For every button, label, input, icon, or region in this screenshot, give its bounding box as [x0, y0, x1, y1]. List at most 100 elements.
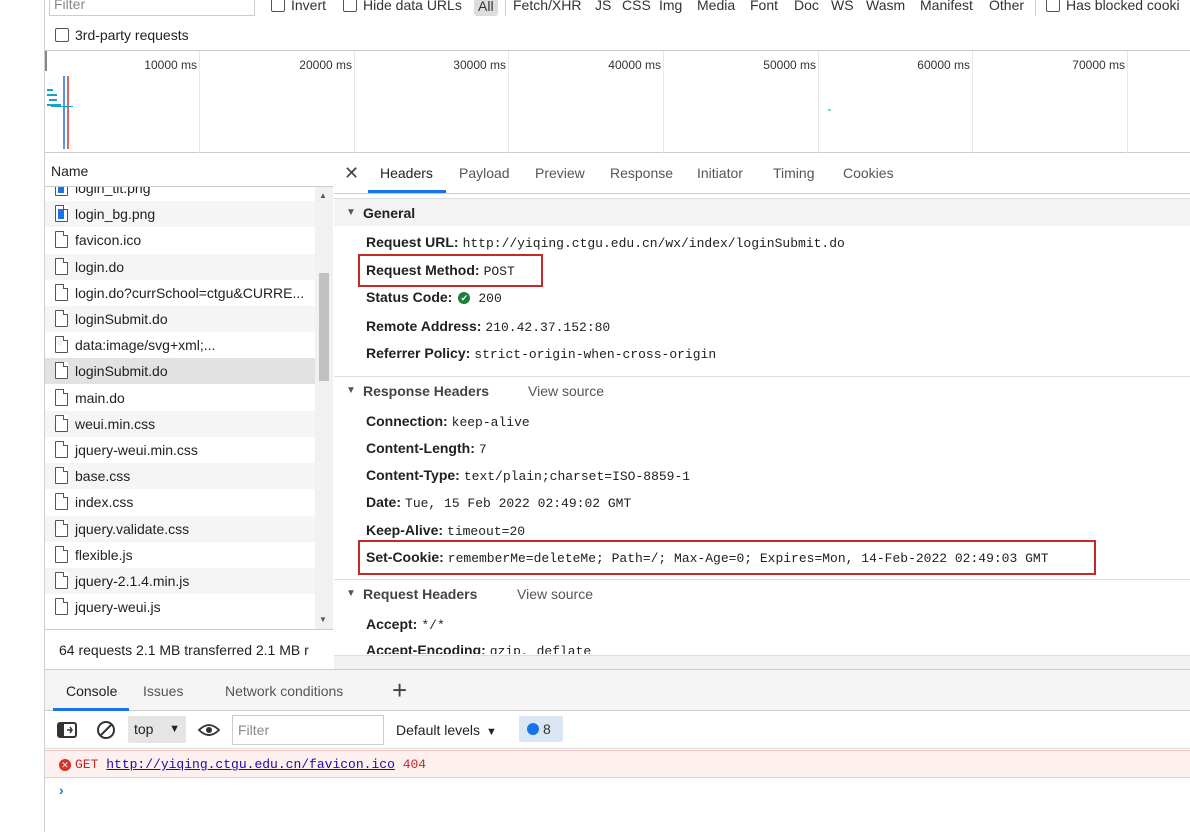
details-horizontal-scrollbar[interactable]: [334, 655, 1190, 669]
request-list-scrollbar[interactable]: ▲ ▼: [315, 187, 333, 629]
header-key: Keep-Alive:: [366, 522, 444, 538]
type-filter-other[interactable]: Other: [989, 0, 1024, 13]
type-filter-font[interactable]: Font: [750, 0, 778, 13]
type-filter-fetch-xhr[interactable]: Fetch/XHR: [513, 0, 581, 13]
scroll-down-arrow-icon[interactable]: ▼: [319, 615, 327, 624]
header-value: keep-alive: [451, 415, 530, 430]
request-row[interactable]: login_tit.png: [45, 187, 315, 201]
header-row-accept[interactable]: Accept: */*: [366, 616, 445, 633]
header-row-content-type[interactable]: Content-Type: text/plain;charset=ISO-8859…: [366, 467, 690, 484]
network-filter-input[interactable]: Filter: [49, 0, 255, 16]
response-headers-section-header[interactable]: ▼ Response Headers View source: [334, 376, 1190, 404]
tab-issues[interactable]: Issues: [143, 683, 183, 699]
type-filter-ws[interactable]: WS: [831, 0, 854, 13]
error-text: GET http://yiqing.ctgu.edu.cn/favicon.ic…: [75, 757, 426, 772]
tab-console[interactable]: Console: [66, 683, 117, 699]
hide-data-urls-checkbox[interactable]: Hide data URLs: [343, 0, 462, 13]
sidebar-toggle-icon[interactable]: [57, 722, 77, 738]
file-icon: [55, 441, 68, 458]
type-filter-wasm[interactable]: Wasm: [866, 0, 905, 13]
request-row[interactable]: jquery.validate.css: [45, 515, 315, 542]
console-toolbar: top ▼ Filter Default levels ▼ 8: [45, 711, 1190, 749]
request-row[interactable]: jquery-2.1.4.min.js: [45, 568, 315, 594]
log-levels-dropdown[interactable]: Default levels ▼: [396, 722, 497, 738]
request-row[interactable]: favicon.ico: [45, 227, 315, 253]
third-party-checkbox[interactable]: 3rd-party requests: [55, 27, 189, 43]
log-levels-label: Default levels: [396, 722, 481, 738]
close-icon[interactable]: ✕: [344, 163, 359, 184]
request-row[interactable]: jquery-weui.js: [45, 594, 315, 620]
request-row[interactable]: data:image/svg+xml;...: [45, 332, 315, 358]
type-filter-manifest[interactable]: Manifest: [920, 0, 973, 13]
type-filter-css[interactable]: CSS: [622, 0, 651, 13]
tab-initiator[interactable]: Initiator: [697, 165, 743, 181]
file-icon: [55, 414, 68, 432]
add-tab-icon[interactable]: +: [392, 675, 407, 706]
request-row[interactable]: weui.min.css: [45, 410, 315, 437]
header-row-request-url[interactable]: Request URL: http://yiqing.ctgu.edu.cn/wx…: [366, 234, 845, 251]
request-list: Name login_tit.png login_bg.png favicon.ic…: [45, 154, 333, 629]
header-row-referrer-policy[interactable]: Referrer Policy: strict-origin-when-cross…: [366, 345, 716, 362]
header-row-status-code[interactable]: Status Code: ✔ 200: [366, 289, 502, 306]
clear-console-icon[interactable]: [96, 720, 116, 740]
header-row-request-method[interactable]: Request Method: POST: [366, 262, 515, 279]
scroll-thumb[interactable]: [319, 273, 329, 381]
triangle-down-icon: ▼: [346, 588, 356, 599]
tab-payload[interactable]: Payload: [459, 165, 510, 181]
type-filter-js[interactable]: JS: [595, 0, 611, 13]
tab-cookies[interactable]: Cookies: [843, 165, 894, 181]
invert-label: Invert: [291, 0, 327, 13]
messages-count-badge[interactable]: 8: [519, 716, 563, 742]
request-row[interactable]: loginSubmit.do: [45, 306, 315, 332]
request-view-source-link[interactable]: View source: [517, 586, 593, 602]
header-row-accept-encoding[interactable]: Accept-Encoding: gzip, deflate: [366, 642, 591, 654]
invert-checkbox[interactable]: Invert: [271, 0, 326, 13]
image-file-icon: [55, 187, 68, 196]
request-list-header[interactable]: Name: [45, 154, 333, 187]
type-filter-all[interactable]: All: [474, 0, 498, 16]
timeline-overview[interactable]: 10000 ms 20000 ms 30000 ms 40000 ms 5000…: [45, 50, 1190, 153]
console-filter-input[interactable]: Filter: [232, 715, 384, 745]
type-filter-media[interactable]: Media: [697, 0, 735, 13]
tab-timing[interactable]: Timing: [773, 165, 815, 181]
request-headers-section-header[interactable]: ▼ Request Headers View source: [334, 579, 1190, 607]
context-selector[interactable]: top ▼: [128, 716, 186, 743]
tab-preview[interactable]: Preview: [535, 165, 585, 181]
header-row-set-cookie[interactable]: Set-Cookie: rememberMe=deleteMe; Path=/; …: [366, 549, 1049, 566]
file-icon: [55, 388, 68, 406]
request-row[interactable]: base.css: [45, 463, 315, 490]
header-key: Connection:: [366, 413, 448, 429]
drawer-tabs: Console Issues Network conditions +: [45, 669, 1190, 711]
header-row-date[interactable]: Date: Tue, 15 Feb 2022 02:49:02 GMT: [366, 494, 631, 511]
console-prompt[interactable]: ›: [59, 782, 64, 798]
file-icon: [55, 310, 68, 327]
error-url-link[interactable]: http://yiqing.ctgu.edu.cn/favicon.ico: [106, 757, 395, 772]
tab-headers[interactable]: Headers: [380, 165, 433, 181]
request-row[interactable]: flexible.js: [45, 542, 315, 568]
tab-response[interactable]: Response: [610, 165, 673, 181]
has-blocked-cookies-checkbox[interactable]: Has blocked cooki: [1046, 0, 1180, 13]
request-row[interactable]: login_bg.png: [45, 201, 315, 228]
request-row[interactable]: login.do?currSchool=ctgu&CURRE...: [45, 280, 315, 306]
header-row-connection[interactable]: Connection: keep-alive: [366, 413, 530, 430]
response-view-source-link[interactable]: View source: [528, 383, 604, 399]
general-section-header[interactable]: ▼ General: [334, 198, 1190, 226]
request-row[interactable]: loginSubmit.do: [45, 358, 315, 385]
live-expression-eye-icon[interactable]: [198, 723, 220, 737]
header-row-keep-alive[interactable]: Keep-Alive: timeout=20: [366, 522, 525, 539]
scroll-up-arrow-icon[interactable]: ▲: [319, 191, 327, 200]
header-value: 7: [478, 442, 487, 457]
request-name: jquery-weui.min.css: [75, 442, 198, 458]
divider: [505, 0, 506, 16]
request-row[interactable]: login.do: [45, 253, 315, 280]
tab-network-conditions[interactable]: Network conditions: [225, 683, 343, 699]
console-error-message[interactable]: ✕ GET http://yiqing.ctgu.edu.cn/favicon.…: [45, 750, 1190, 778]
type-filter-doc[interactable]: Doc: [794, 0, 819, 13]
request-row[interactable]: jquery-weui.min.css: [45, 437, 315, 463]
header-row-content-length[interactable]: Content-Length: 7: [366, 440, 487, 457]
header-row-remote-address[interactable]: Remote Address: 210.42.37.152:80: [366, 318, 610, 335]
header-value: text/plain;charset=ISO-8859-1: [463, 469, 691, 484]
type-filter-img[interactable]: Img: [659, 0, 682, 13]
request-row[interactable]: main.do: [45, 385, 315, 411]
request-row[interactable]: index.css: [45, 489, 315, 515]
